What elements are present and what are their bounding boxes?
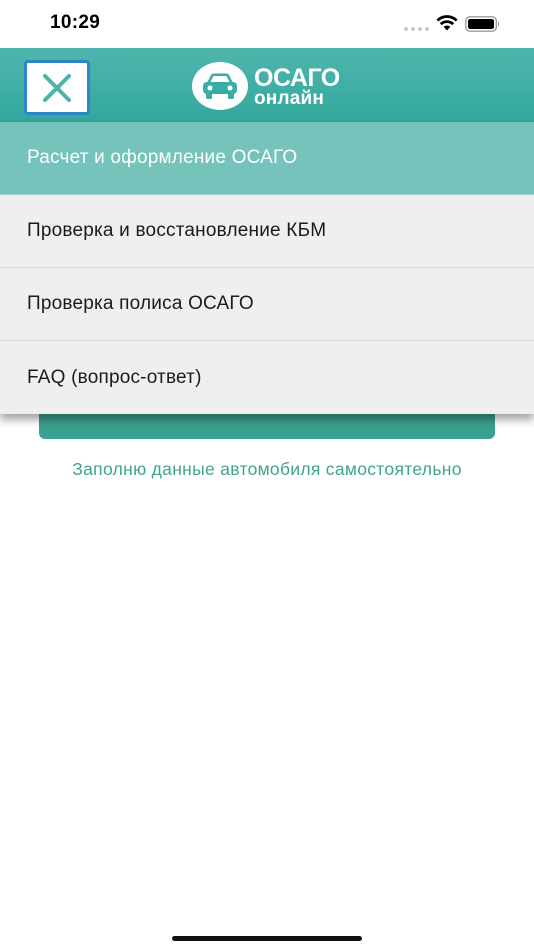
car-icon [203,73,237,99]
menu-item-kbm-check[interactable]: Проверка и восстановление КБМ [0,195,534,268]
logo-badge [192,62,248,110]
cellular-signal-icon [404,27,430,33]
menu-item-policy-check[interactable]: Проверка полиса ОСАГО [0,268,534,341]
close-x-icon [43,73,71,102]
menu-item-label: FAQ (вопрос-ответ) [27,366,202,388]
status-time: 10:29 [50,12,101,33]
close-menu-button[interactable] [24,60,90,115]
menu-item-label: Проверка и восстановление КБМ [27,220,327,241]
navigation-menu: Расчет и оформление ОСАГО Проверка и вос… [0,122,534,414]
menu-item-label: Расчет и оформление ОСАГО [27,147,298,168]
app-logo[interactable]: ОСАГО онлайн [192,62,352,110]
app-header: ОСАГО онлайн [0,48,534,122]
battery-icon [465,16,500,32]
manual-entry-link[interactable]: Заполню данные автомобиля самостоятельно [60,459,474,480]
menu-item-faq[interactable]: FAQ (вопрос-ответ) [0,341,534,414]
logo-text: ОСАГО онлайн [254,66,340,109]
menu-item-osago-calc[interactable]: Расчет и оформление ОСАГО [0,122,534,195]
wifi-icon [436,15,458,31]
status-bar: 10:29 [0,0,534,48]
home-indicator[interactable] [172,936,362,941]
menu-item-label: Проверка полиса ОСАГО [27,293,254,314]
